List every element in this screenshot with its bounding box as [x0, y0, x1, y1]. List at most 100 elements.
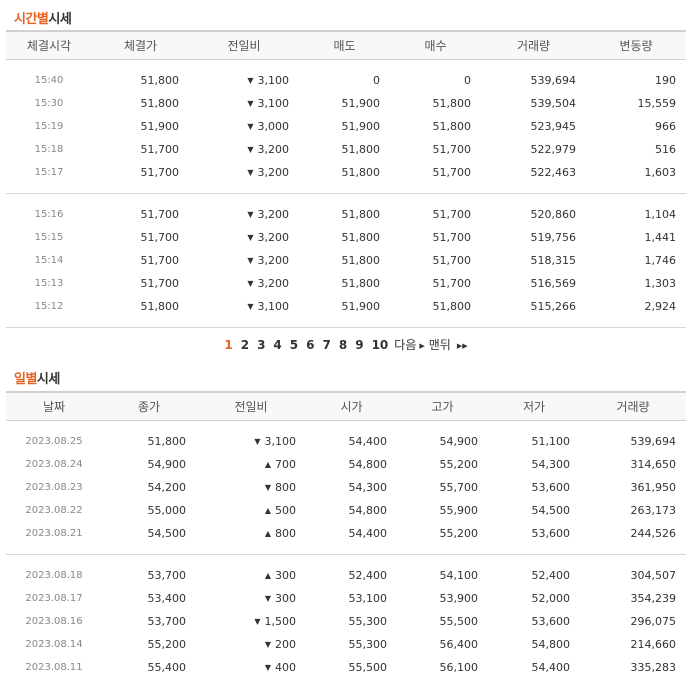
- price-cell: 51,800: [140, 300, 180, 313]
- header-change: 전일비: [196, 391, 306, 421]
- page-link-7[interactable]: 7: [323, 338, 331, 352]
- table-row: 15:13 51,700 ▼ 3,200 51,800 51,700 516,569 1,30…: [6, 272, 686, 295]
- page-link-2[interactable]: 2: [241, 338, 249, 352]
- change-value: 400: [275, 661, 296, 674]
- page-link-4[interactable]: 4: [273, 338, 281, 352]
- change-value: 3,200: [257, 277, 290, 290]
- table-row: 15:40 51,800 ▼ 3,100 0 0 539,694 190: [6, 69, 686, 92]
- buy-cell: 0: [464, 74, 471, 87]
- page-link-5[interactable]: 5: [290, 338, 298, 352]
- high-cell: 55,200: [439, 458, 479, 471]
- change-cell: ▼ 300: [196, 587, 306, 610]
- table-row: 2023.08.22 55,000 ▲ 500 54,800 55,900 54,500 26…: [6, 499, 686, 522]
- low-cell: 54,400: [531, 661, 571, 674]
- high-cell: 55,700: [439, 481, 479, 494]
- volume-cell: 361,950: [630, 481, 677, 494]
- time-cell: 15:19: [34, 121, 64, 132]
- high-cell: 53,900: [439, 592, 479, 605]
- table-row: 15:14 51,700 ▼ 3,200 51,800 51,700 518,315 1,74…: [6, 249, 686, 272]
- delta-cell: 1,603: [644, 166, 677, 179]
- next-label: 다음: [394, 338, 417, 352]
- change-cell: ▼ 3,200: [189, 272, 299, 295]
- change-value: 500: [275, 504, 296, 517]
- next-page-link[interactable]: 다음 ▶: [394, 336, 424, 353]
- table-row: 15:19 51,900 ▼ 3,000 51,900 51,800 523,945 966: [6, 115, 686, 138]
- date-cell: 2023.08.14: [25, 639, 83, 650]
- buy-cell: 51,700: [432, 277, 472, 290]
- volume-cell: 539,694: [630, 435, 677, 448]
- price-cell: 51,700: [140, 143, 180, 156]
- close-cell: 53,700: [147, 615, 187, 628]
- change-cell: ▼ 200: [196, 633, 306, 656]
- last-page-link[interactable]: 맨뒤 ▶▶: [429, 336, 468, 353]
- change-cell: ▼ 3,200: [189, 203, 299, 226]
- change-value: 3,100: [257, 97, 290, 110]
- sell-cell: 51,800: [341, 254, 381, 267]
- table-row: 15:16 51,700 ▼ 3,200 51,800 51,700 520,860 1,10…: [6, 203, 686, 226]
- high-cell: 54,900: [439, 435, 479, 448]
- down-triangle-icon: ▼: [247, 256, 254, 265]
- table-row: 2023.08.18 53,700 ▲ 300 52,400 54,100 52,400 30…: [6, 564, 686, 587]
- time-table-header: 체결시각 체결가 전일비 매도 매수 거래량 변동량: [6, 30, 686, 60]
- delta-cell: 966: [655, 120, 676, 133]
- change-value: 300: [275, 569, 296, 582]
- buy-cell: 51,700: [432, 231, 472, 244]
- change-cell: ▲ 500: [196, 499, 306, 522]
- change-cell: ▼ 3,200: [189, 226, 299, 249]
- header-low: 저가: [488, 391, 580, 421]
- table-row: 15:30 51,800 ▼ 3,100 51,900 51,800 539,504 15,5…: [6, 92, 686, 115]
- volume-cell: 519,756: [530, 231, 577, 244]
- date-cell: 2023.08.18: [25, 570, 83, 581]
- close-cell: 54,900: [147, 458, 187, 471]
- change-cell: ▼ 3,100: [189, 295, 299, 318]
- low-cell: 54,500: [531, 504, 571, 517]
- change-value: 3,000: [257, 120, 290, 133]
- change-value: 3,200: [257, 166, 290, 179]
- up-triangle-icon: ▲: [264, 460, 271, 469]
- buy-cell: 51,700: [432, 254, 472, 267]
- open-cell: 54,400: [348, 435, 388, 448]
- time-cell: 15:13: [34, 278, 64, 289]
- page-link-3[interactable]: 3: [257, 338, 265, 352]
- table-row: 15:18 51,700 ▼ 3,200 51,800 51,700 522,979 516: [6, 138, 686, 161]
- sell-cell: 51,800: [341, 277, 381, 290]
- change-value: 800: [275, 481, 296, 494]
- table-row: 15:12 51,800 ▼ 3,100 51,900 51,800 515,266 2,92…: [6, 295, 686, 318]
- table-row: 2023.08.16 53,700 ▼ 1,500 55,300 55,500 53,600…: [6, 610, 686, 633]
- header-open: 시가: [306, 391, 397, 421]
- sell-cell: 51,800: [341, 166, 381, 179]
- page-link-8[interactable]: 8: [339, 338, 347, 352]
- price-cell: 51,700: [140, 166, 180, 179]
- volume-cell: 539,504: [530, 97, 577, 110]
- time-price-table: 체결시각 체결가 전일비 매도 매수 거래량 변동량 15:40 51,800 ▼ 3…: [6, 30, 686, 328]
- down-triangle-icon: ▼: [264, 640, 271, 649]
- change-value: 3,200: [257, 254, 290, 267]
- volume-cell: 314,650: [630, 458, 677, 471]
- down-triangle-icon: ▼: [247, 279, 254, 288]
- table-row: 15:17 51,700 ▼ 3,200 51,800 51,700 522,463 1,60…: [6, 161, 686, 184]
- header-price: 체결가: [92, 30, 189, 60]
- down-triangle-icon: ▼: [247, 233, 254, 242]
- page-link-10[interactable]: 10: [372, 338, 389, 352]
- table-row: 2023.08.14 55,200 ▼ 200 55,300 56,400 54,800 21…: [6, 633, 686, 656]
- volume-cell: 263,173: [630, 504, 677, 517]
- header-high: 고가: [397, 391, 488, 421]
- table-row: 2023.08.23 54,200 ▼ 800 54,300 55,700 53,600 36…: [6, 476, 686, 499]
- volume-cell: 515,266: [530, 300, 577, 313]
- time-cell: 15:40: [34, 75, 64, 86]
- page-link-6[interactable]: 6: [306, 338, 314, 352]
- low-cell: 53,600: [531, 615, 571, 628]
- low-cell: 51,100: [531, 435, 571, 448]
- header-date: 날짜: [6, 391, 102, 421]
- price-cell: 51,700: [140, 254, 180, 267]
- time-section-title: 시간별시세: [14, 12, 72, 27]
- up-triangle-icon: ▲: [264, 506, 271, 515]
- header-buy: 매수: [390, 30, 481, 60]
- page-link-9[interactable]: 9: [355, 338, 363, 352]
- header-sell: 매도: [299, 30, 390, 60]
- up-triangle-icon: ▲: [264, 529, 271, 538]
- header-time: 체결시각: [6, 30, 92, 60]
- open-cell: 55,300: [348, 638, 388, 651]
- high-cell: 55,900: [439, 504, 479, 517]
- page-link-1[interactable]: 1: [224, 338, 232, 352]
